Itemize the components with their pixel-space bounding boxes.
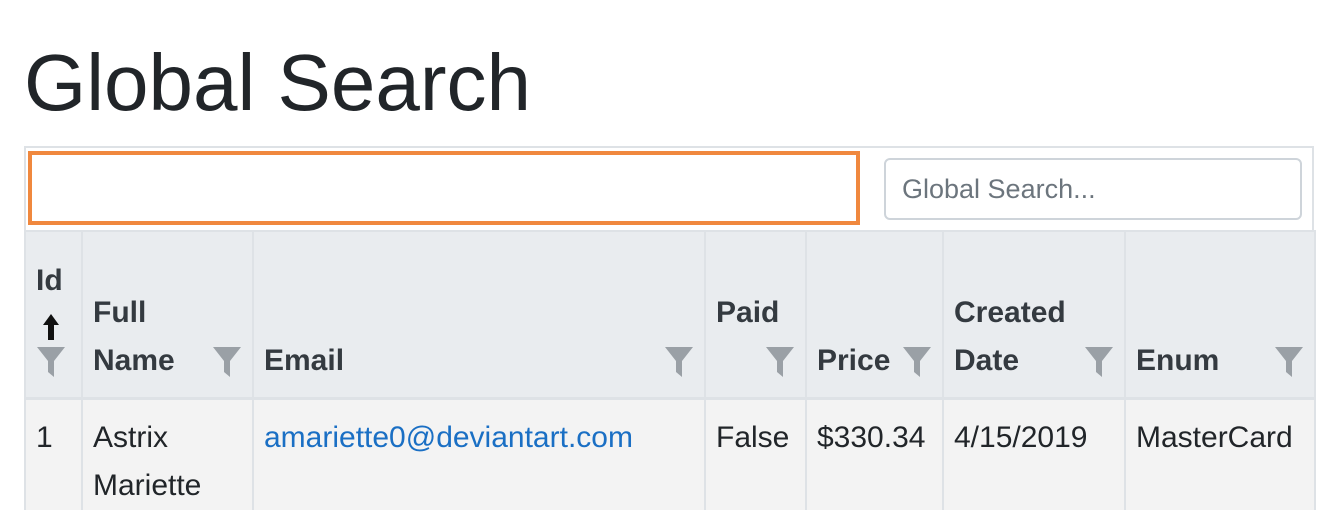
filter-icon[interactable]	[765, 345, 795, 379]
sort-ascending-icon[interactable]	[36, 311, 66, 343]
cell-email: amariette0@deviantart.com	[252, 398, 706, 510]
column-header-created-date[interactable]: Created Date	[942, 230, 1126, 400]
filter-icon[interactable]	[664, 345, 694, 379]
column-header-label: Id	[36, 263, 63, 297]
filter-icon[interactable]	[1274, 345, 1304, 379]
column-header-email[interactable]: Email	[252, 230, 706, 400]
page-title: Global Search	[24, 38, 531, 127]
column-header-price[interactable]: Price	[805, 230, 944, 400]
filter-icon[interactable]	[902, 345, 932, 379]
cell-created-date: 4/15/2019	[942, 398, 1126, 510]
column-header-label: Paid	[716, 295, 780, 329]
column-header-full-name[interactable]: Full Name	[81, 230, 254, 400]
filter-icon[interactable]	[36, 345, 66, 379]
filter-icon[interactable]	[1084, 345, 1114, 379]
column-header-enum[interactable]: Enum	[1124, 230, 1316, 400]
filter-icon[interactable]	[212, 345, 242, 379]
cell-full-name: Astrix Mariette	[81, 398, 254, 510]
email-link[interactable]: amariette0@deviantart.com	[264, 421, 633, 454]
header-row: Id Full Name Email Paid Price Created Da…	[24, 230, 1316, 400]
cell-id: 1	[24, 398, 83, 510]
data-grid: Id Full Name Email Paid Price Created Da…	[24, 230, 1316, 510]
cell-enum: MasterCard	[1124, 398, 1316, 510]
column-header-label: Email	[264, 343, 345, 377]
cell-price: $330.34	[805, 398, 944, 510]
grouping-drop-area[interactable]	[28, 151, 860, 225]
column-header-paid[interactable]: Paid	[704, 230, 807, 400]
global-search-input[interactable]	[884, 158, 1302, 220]
column-header-id[interactable]: Id	[24, 230, 83, 400]
cell-paid: False	[704, 398, 807, 510]
table-row[interactable]: 1 Astrix Mariette amariette0@deviantart.…	[24, 398, 1316, 510]
